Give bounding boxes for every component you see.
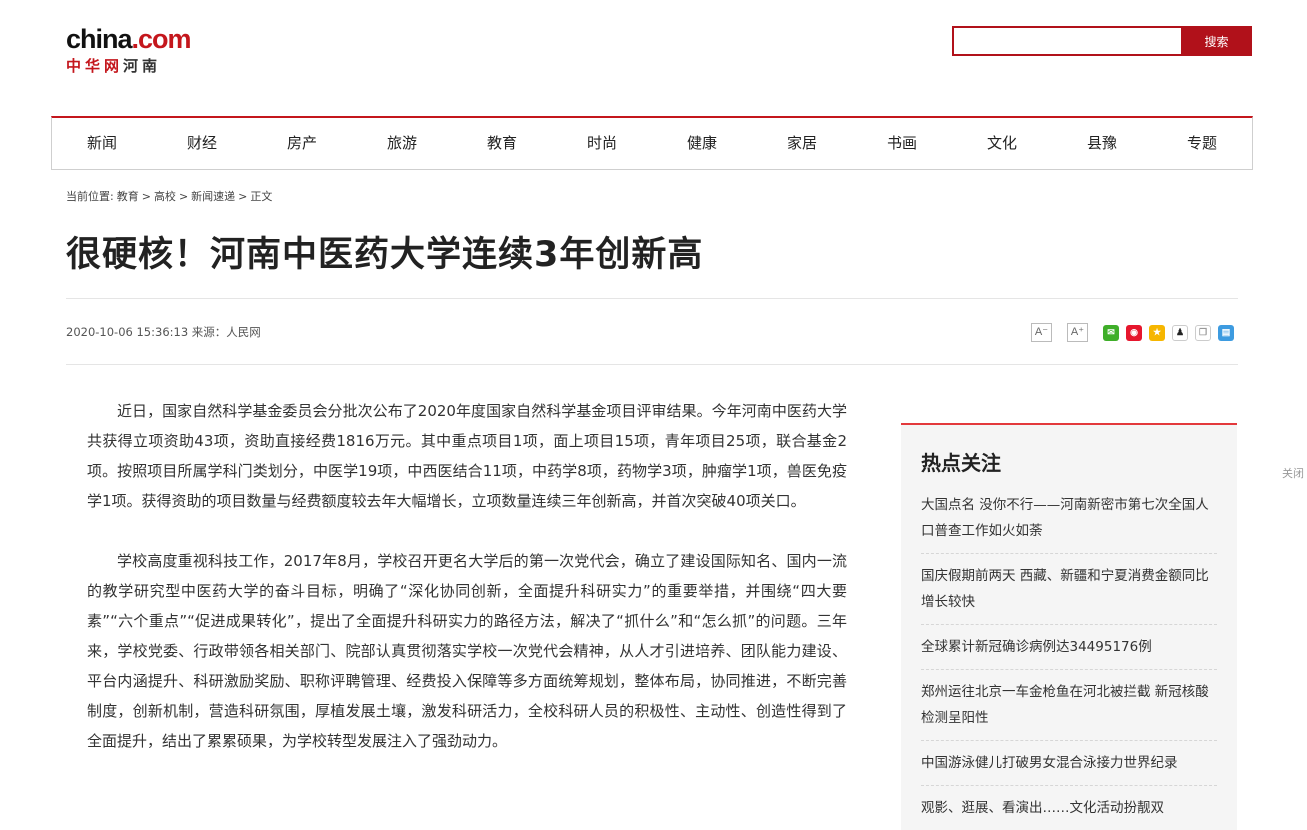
nav-item[interactable]: 县豫 bbox=[1052, 118, 1152, 169]
article-tools: A⁻ A⁺ ✉ ◉ ★ ♟ ❐ ▤ bbox=[1031, 323, 1241, 342]
breadcrumb-item: 正文 bbox=[250, 190, 273, 203]
nav-item[interactable]: 教育 bbox=[452, 118, 552, 169]
close-float-button[interactable]: 关闭 bbox=[1282, 465, 1304, 481]
nav-item[interactable]: 旅游 bbox=[352, 118, 452, 169]
font-decrease-button[interactable]: A⁻ bbox=[1031, 323, 1052, 342]
breadcrumb-separator: > bbox=[238, 190, 248, 203]
meta-divider bbox=[66, 364, 1238, 365]
article-body: 近日，国家自然科学基金委员会分批次公布了2020年度国家自然科学基金项目评审结果… bbox=[87, 396, 847, 786]
breadcrumb-item[interactable]: 高校 bbox=[154, 190, 176, 203]
nav-item[interactable]: 文化 bbox=[952, 118, 1052, 169]
breadcrumb-prefix: 当前位置: bbox=[66, 190, 114, 203]
breadcrumb-item[interactable]: 教育 bbox=[117, 190, 139, 203]
article-meta: 2020-10-06 15:36:13 来源：人民网 bbox=[66, 324, 261, 340]
qq-icon[interactable]: ♟ bbox=[1172, 324, 1188, 341]
nav-item[interactable]: 健康 bbox=[652, 118, 752, 169]
print-icon[interactable]: ▤ bbox=[1218, 324, 1234, 341]
article-paragraph: 近日，国家自然科学基金委员会分批次公布了2020年度国家自然科学基金项目评审结果… bbox=[87, 402, 847, 510]
nav-item[interactable]: 家居 bbox=[752, 118, 852, 169]
breadcrumb-separator: > bbox=[178, 190, 189, 203]
article-datetime: 2020-10-06 15:36:13 bbox=[66, 325, 189, 339]
article-paragraph: 学校高度重视科技工作，2017年8月，学校召开更名大学后的第一次党代会，确立了建… bbox=[87, 552, 847, 750]
nav-item[interactable]: 专题 bbox=[1152, 118, 1252, 169]
weibo-icon[interactable]: ◉ bbox=[1126, 324, 1142, 341]
font-increase-button[interactable]: A⁺ bbox=[1067, 323, 1088, 342]
qzone-icon[interactable]: ★ bbox=[1149, 324, 1165, 341]
breadcrumb: 当前位置: 教育 > 高校 > 新闻速递 > 正文 bbox=[66, 189, 278, 205]
title-divider bbox=[66, 298, 1238, 299]
logo-wordmark: china.com bbox=[66, 24, 192, 54]
copy-icon[interactable]: ❐ bbox=[1195, 324, 1211, 341]
article-source-label: 来源： bbox=[191, 325, 227, 339]
hot-topic-item[interactable]: 大国点名 没你不行——河南新密市第七次全国人口普查工作如火如荼 bbox=[921, 483, 1217, 554]
article-source: 人民网 bbox=[226, 325, 261, 339]
site-logo[interactable]: china.com 中华网河南 bbox=[66, 24, 192, 76]
article-title: 很硬核！河南中医药大学连续3年创新高 bbox=[66, 235, 704, 275]
logo-subtitle: 中华网河南 bbox=[66, 57, 162, 75]
hot-topics-title: 热点关注 bbox=[921, 451, 1001, 475]
hot-topic-item[interactable]: 全球累计新冠确诊病例达34495176例 bbox=[921, 625, 1217, 670]
search-button[interactable]: 搜索 bbox=[1181, 26, 1252, 56]
main-nav: 新闻 财经 房产 旅游 教育 时尚 健康 家居 书画 文化 县豫 专题 bbox=[51, 116, 1253, 170]
wechat-icon[interactable]: ✉ bbox=[1103, 324, 1119, 341]
hot-topic-item[interactable]: 国庆假期前两天 西藏、新疆和宁夏消费金额同比增长较快 bbox=[921, 554, 1217, 625]
hot-topics-list: 大国点名 没你不行——河南新密市第七次全国人口普查工作如火如荼 国庆假期前两天 西… bbox=[921, 483, 1217, 830]
breadcrumb-item[interactable]: 新闻速递 bbox=[191, 190, 235, 203]
nav-item[interactable]: 时尚 bbox=[552, 118, 652, 169]
hot-topic-item[interactable]: 中国游泳健儿打破男女混合泳接力世界纪录 bbox=[921, 741, 1217, 786]
nav-item[interactable]: 书画 bbox=[852, 118, 952, 169]
nav-item[interactable]: 房产 bbox=[252, 118, 352, 169]
hot-topics-panel: 热点关注 大国点名 没你不行——河南新密市第七次全国人口普查工作如火如荼 国庆假期… bbox=[901, 423, 1237, 830]
nav-item[interactable]: 新闻 bbox=[52, 118, 152, 169]
search-bar: 搜索 bbox=[952, 26, 1252, 56]
search-input[interactable] bbox=[952, 26, 1181, 56]
breadcrumb-separator: > bbox=[141, 190, 151, 203]
hot-topic-item[interactable]: 观影、逛展、看演出……文化活动扮靓双 bbox=[921, 786, 1217, 830]
hot-topic-item[interactable]: 郑州运往北京一车金枪鱼在河北被拦截 新冠核酸检测呈阳性 bbox=[921, 670, 1217, 741]
nav-item[interactable]: 财经 bbox=[152, 118, 252, 169]
